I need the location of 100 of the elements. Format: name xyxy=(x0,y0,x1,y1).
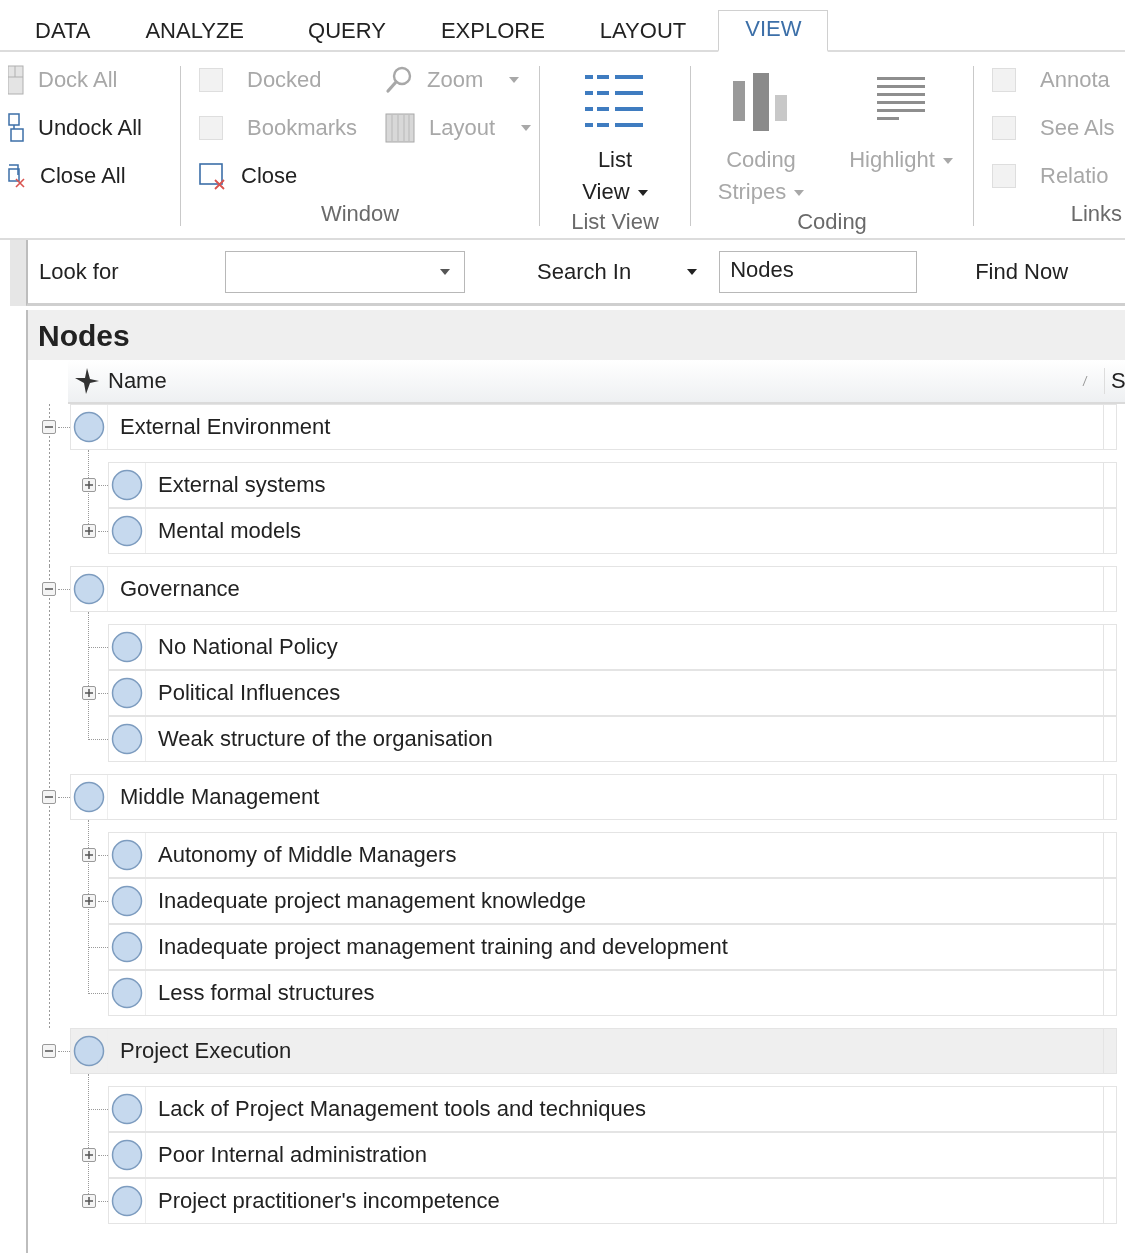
node-name: External Environment xyxy=(120,414,331,440)
layout-icon xyxy=(385,113,415,143)
ribbon-tab[interactable]: DATA xyxy=(12,10,114,52)
tree-row[interactable]: Less formal structures xyxy=(108,970,1117,1016)
node-name: Project practitioner's incompetence xyxy=(158,1188,500,1214)
tree-row[interactable]: No National Policy xyxy=(108,624,1117,670)
checkbox-label: Relatio xyxy=(1040,163,1109,189)
node-name: Project Execution xyxy=(120,1038,292,1064)
search-in-dropdown[interactable]: Search In xyxy=(537,258,698,285)
panel-title: Nodes xyxy=(38,319,130,352)
node-icon xyxy=(111,885,143,917)
search-in-field[interactable]: Nodes xyxy=(719,250,918,293)
list-icon xyxy=(585,73,645,129)
ribbon-button[interactable]: Close All xyxy=(8,156,126,196)
caret-icon xyxy=(521,125,532,131)
collapse-icon[interactable] xyxy=(42,1044,56,1058)
tree-row[interactable]: Inadequate project management knowledge xyxy=(108,878,1117,924)
tree-row[interactable]: Mental models xyxy=(108,508,1117,554)
tree-row[interactable]: Political Influences xyxy=(108,670,1117,716)
node-name: Governance xyxy=(120,576,240,602)
tree-row[interactable]: External Environment xyxy=(70,404,1117,450)
dock-icon xyxy=(8,65,24,95)
caret-icon xyxy=(440,268,450,275)
node-icon xyxy=(111,1093,143,1125)
search-icon xyxy=(385,66,413,94)
node-name: Poor Internal administration xyxy=(158,1142,428,1168)
caret-icon xyxy=(687,268,698,275)
tree-row[interactable]: Project Execution xyxy=(70,1028,1117,1074)
resize-grip-icon xyxy=(1082,375,1088,387)
checkbox-label: Docked xyxy=(247,67,322,93)
node-name: Weak structure of the organisation xyxy=(158,726,493,752)
expand-icon[interactable] xyxy=(82,894,96,908)
group-label: List View xyxy=(570,208,660,236)
tree-row[interactable]: Governance xyxy=(70,566,1117,612)
node-name: No National Policy xyxy=(158,634,338,660)
caret-icon xyxy=(637,190,648,197)
node-icon xyxy=(73,1035,105,1067)
checkbox-label: Annota xyxy=(1040,67,1110,93)
pin-icon xyxy=(74,367,100,395)
tree-row[interactable]: Weak structure of the organisation xyxy=(108,716,1117,762)
node-icon xyxy=(111,469,143,501)
checkbox-label: See Als xyxy=(1040,115,1115,141)
caret-icon xyxy=(509,77,520,83)
collapse-icon[interactable] xyxy=(42,582,56,596)
caret-icon xyxy=(794,190,805,197)
tree-row[interactable]: Poor Internal administration xyxy=(108,1132,1117,1178)
tree-row[interactable]: Inadequate project management training and development xyxy=(108,924,1117,970)
node-icon xyxy=(111,677,143,709)
node-icon xyxy=(73,573,105,605)
ribbon-tab[interactable]: LAYOUT xyxy=(567,10,719,52)
find-now-button[interactable]: Find Now xyxy=(975,258,1069,285)
ribbon-tab[interactable]: EXPLORE xyxy=(417,10,568,52)
node-icon xyxy=(73,781,105,813)
node-name: Political Influences xyxy=(158,680,341,706)
node-name: Autonomy of Middle Managers xyxy=(158,842,457,868)
collapse-icon[interactable] xyxy=(42,420,56,434)
column-header[interactable]: S xyxy=(1104,368,1125,394)
collapse-icon[interactable] xyxy=(42,790,56,804)
ribbon-button[interactable]: Undock All xyxy=(8,108,142,148)
group-label: Window xyxy=(319,200,401,228)
node-icon xyxy=(111,839,143,871)
tree-row[interactable]: Autonomy of Middle Managers xyxy=(108,832,1117,878)
node-icon xyxy=(111,631,143,663)
caret-icon xyxy=(942,158,953,165)
undock-icon xyxy=(8,113,24,143)
expand-icon[interactable] xyxy=(82,478,96,492)
ribbon-tab[interactable]: ANALYZE xyxy=(113,10,277,52)
ribbon-button[interactable]: Close xyxy=(199,156,298,196)
node-icon xyxy=(73,411,105,443)
node-name: Mental models xyxy=(158,518,302,544)
ribbon-tab[interactable]: VIEW xyxy=(718,10,829,52)
tree-row[interactable]: Project practitioner's incompetence xyxy=(108,1178,1117,1224)
tree-row[interactable]: Lack of Project Management tools and techniques xyxy=(108,1086,1117,1132)
node-name: Middle Management xyxy=(120,784,320,810)
expand-icon[interactable] xyxy=(82,1194,96,1208)
node-icon xyxy=(111,1139,143,1171)
node-name: Inadequate project management training and development xyxy=(158,934,728,960)
node-name: Lack of Project Management tools and techniques xyxy=(158,1096,646,1122)
node-name: Less formal structures xyxy=(158,980,375,1006)
node-name: External systems xyxy=(158,472,326,498)
expand-icon[interactable] xyxy=(82,848,96,862)
node-icon xyxy=(111,977,143,1009)
tree-row[interactable]: External systems xyxy=(108,462,1117,508)
node-icon xyxy=(111,1185,143,1217)
group-label: Coding xyxy=(796,208,868,236)
checkbox-label: Bookmarks xyxy=(247,115,358,141)
expand-icon[interactable] xyxy=(82,524,96,538)
node-icon xyxy=(111,515,143,547)
node-name: Inadequate project management knowledge xyxy=(158,888,587,914)
column-header[interactable]: Name xyxy=(108,368,1082,394)
ribbon-button[interactable]: List View xyxy=(579,70,651,208)
tree-row[interactable]: Middle Management xyxy=(70,774,1117,820)
group-label: Links xyxy=(1069,200,1122,228)
look-for-combobox[interactable] xyxy=(225,250,465,293)
expand-icon[interactable] xyxy=(82,686,96,700)
node-icon xyxy=(111,931,143,963)
field-label: Look for xyxy=(39,258,120,285)
node-icon xyxy=(111,723,143,755)
ribbon-tab[interactable]: QUERY xyxy=(276,10,418,52)
expand-icon[interactable] xyxy=(82,1148,96,1162)
